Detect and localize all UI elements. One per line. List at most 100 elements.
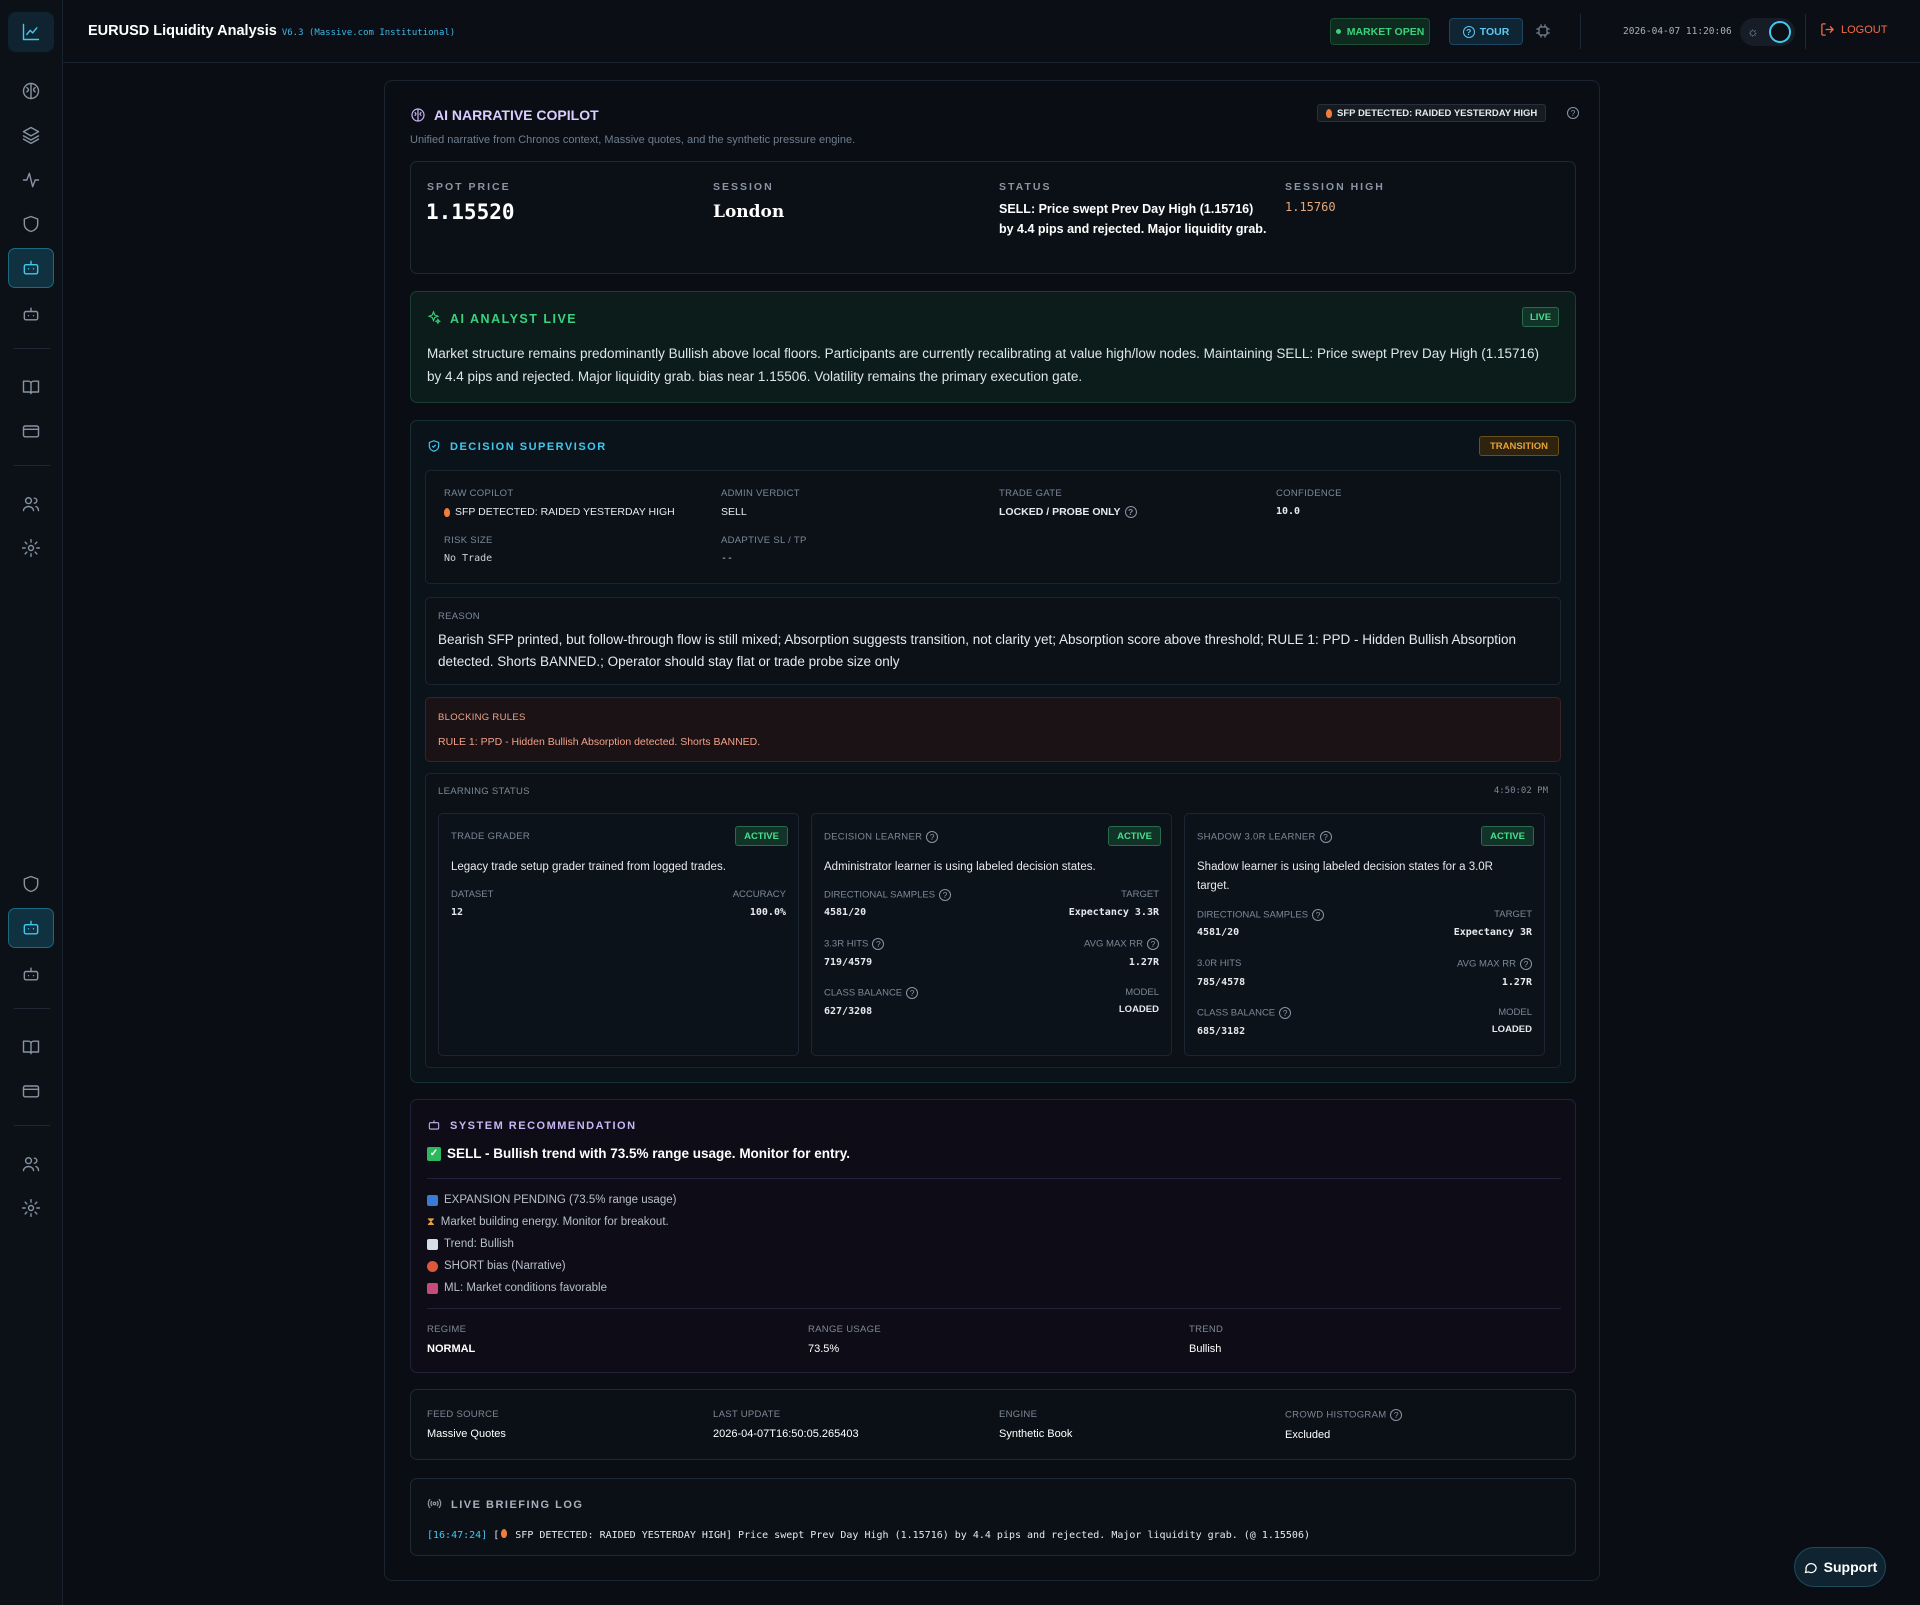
risk-size-value: No Trade bbox=[444, 553, 493, 564]
sfp-badge-text: SFP DETECTED: RAIDED YESTERDAY HIGH bbox=[1337, 107, 1538, 119]
help-icon[interactable]: ? bbox=[872, 938, 885, 950]
decision-cb-label: CLASS BALANCE bbox=[824, 987, 903, 999]
help-icon[interactable]: ? bbox=[1124, 506, 1137, 519]
shadow-learner-card: SHADOW 3.0R LEARNER? ACTIVE Shadow learn… bbox=[1184, 813, 1545, 1056]
accuracy-label: ACCURACY bbox=[732, 889, 786, 900]
settings-icon[interactable] bbox=[8, 528, 54, 568]
shadow-ds-value: 4581/20 bbox=[1197, 927, 1240, 938]
learning-time: 4:50:02 PM bbox=[1493, 786, 1548, 796]
shadow-title-row: SHADOW 3.0R LEARNER? bbox=[1197, 831, 1332, 843]
users-icon[interactable] bbox=[8, 484, 54, 524]
help-icon[interactable]: ? bbox=[1147, 938, 1159, 950]
decision-ds-label: DIRECTIONAL SAMPLES bbox=[824, 889, 936, 901]
shadow-active-badge: ACTIVE bbox=[1481, 826, 1534, 846]
sidebar bbox=[0, 0, 63, 1605]
tour-button[interactable]: ? TOUR bbox=[1449, 18, 1523, 45]
help-icon[interactable]: ? bbox=[1567, 107, 1579, 119]
decision-supervisor-card: DECISION SUPERVISOR TRANSITION RAW COPIL… bbox=[410, 420, 1576, 1083]
copilot-header: AI NARRATIVE COPILOT bbox=[410, 107, 599, 123]
trend-value: Bullish bbox=[1189, 1343, 1222, 1355]
grader-active-badge: ACTIVE bbox=[735, 826, 788, 846]
crowd-label-row: CROWD HISTOGRAM? bbox=[1285, 1409, 1403, 1421]
bot-icon[interactable] bbox=[8, 294, 54, 334]
blocking-text: RULE 1: PPD - Hidden Bullish Absorption … bbox=[438, 736, 761, 748]
help-icon[interactable]: ? bbox=[1390, 1409, 1403, 1421]
theme-toggle[interactable]: ☼ bbox=[1740, 18, 1795, 46]
decision-target-value: Expectancy 3.3R bbox=[1068, 907, 1159, 918]
grader-desc: Legacy trade setup grader trained from l… bbox=[451, 861, 726, 873]
accuracy-value: 100.0% bbox=[749, 907, 786, 918]
logout-icon bbox=[1821, 23, 1835, 36]
session-label: SESSION bbox=[713, 181, 774, 193]
brain-icon[interactable] bbox=[8, 71, 54, 111]
clock: 2026-04-07 11:20:06 bbox=[1623, 26, 1732, 37]
decision-hits-label: 3.3R HITS bbox=[824, 938, 869, 950]
last-update-value: 2026-04-07T16:50:05.265403 bbox=[713, 1428, 859, 1440]
status-value: SELL: Price swept Prev Day High (1.15716… bbox=[999, 202, 1267, 236]
engine-label: ENGINE bbox=[999, 1409, 1038, 1420]
shield-icon[interactable] bbox=[8, 204, 54, 244]
bot-icon-lower[interactable] bbox=[8, 954, 54, 994]
decision-hits-label-row: 3.3R HITS? bbox=[824, 938, 885, 950]
last-update-label: LAST UPDATE bbox=[713, 1409, 781, 1420]
help-icon[interactable]: ? bbox=[1520, 958, 1532, 970]
regime-label: REGIME bbox=[427, 1324, 467, 1335]
help-icon[interactable]: ? bbox=[1279, 1007, 1292, 1019]
layers-icon[interactable] bbox=[8, 115, 54, 155]
bot-icon-active[interactable] bbox=[8, 248, 54, 288]
decision-rr-label: AVG MAX RR bbox=[1084, 938, 1143, 950]
adaptive-sltp-value: -- bbox=[721, 553, 734, 564]
help-icon[interactable]: ? bbox=[906, 987, 919, 999]
decision-learner-title: DECISION LEARNER bbox=[824, 831, 923, 843]
log-entry: [16:47:24] [ SFP DETECTED: RAIDED YESTER… bbox=[427, 1529, 1310, 1541]
support-label: Support bbox=[1823, 1559, 1878, 1575]
item-text: EXPANSION PENDING (73.5% range usage) bbox=[444, 1194, 677, 1206]
item-text: Market building energy. Monitor for brea… bbox=[440, 1216, 669, 1228]
help-icon[interactable]: ? bbox=[939, 889, 952, 901]
copilot-panel: AI NARRATIVE COPILOT Unified narrative f… bbox=[384, 80, 1600, 1581]
book-icon-lower[interactable] bbox=[8, 1027, 54, 1067]
chat-icon bbox=[1804, 1562, 1817, 1573]
decision-cb-label-row: CLASS BALANCE? bbox=[824, 987, 919, 999]
help-icon[interactable]: ? bbox=[1319, 831, 1332, 843]
cpu-icon[interactable] bbox=[1535, 23, 1551, 39]
red-circle-icon bbox=[427, 1260, 438, 1272]
spot-value: 1.15520 bbox=[426, 200, 515, 224]
card-icon[interactable] bbox=[8, 411, 54, 451]
support-button[interactable]: Support bbox=[1794, 1547, 1886, 1587]
decision-cb-value: 627/3208 bbox=[824, 1006, 873, 1017]
range-usage-label: RANGE USAGE bbox=[808, 1324, 881, 1335]
logout-button[interactable]: LOGOUT bbox=[1820, 22, 1887, 37]
settings-icon-lower[interactable] bbox=[8, 1188, 54, 1228]
trade-grader-card: TRADE GRADER ACTIVE Legacy trade setup g… bbox=[438, 813, 799, 1056]
help-icon[interactable]: ? bbox=[1312, 909, 1325, 921]
help-icon[interactable]: ? bbox=[926, 831, 939, 843]
admin-verdict-label: ADMIN VERDICT bbox=[721, 488, 800, 499]
shadow-hits-label: 3.0R HITS bbox=[1197, 958, 1242, 969]
help-circle-icon: ? bbox=[1462, 25, 1475, 38]
users-icon-lower[interactable] bbox=[8, 1144, 54, 1184]
sparkles-icon bbox=[427, 310, 441, 325]
bot-icon bbox=[428, 1120, 440, 1130]
activity-icon[interactable] bbox=[8, 160, 54, 200]
robot-icon bbox=[427, 1282, 438, 1294]
reason-text: Bearish SFP printed, but follow-through … bbox=[438, 632, 1517, 669]
supervisor-title: DECISION SUPERVISOR bbox=[450, 441, 607, 453]
log-time: [16:47:24] bbox=[427, 1530, 488, 1541]
chart-line-icon[interactable] bbox=[8, 12, 54, 52]
bot-icon-lower-active[interactable] bbox=[8, 908, 54, 948]
check-icon: ✓ bbox=[427, 1146, 441, 1161]
crowd-label: CROWD HISTOGRAM bbox=[1285, 1409, 1387, 1421]
market-status-badge: MARKET OPEN bbox=[1330, 18, 1430, 45]
crowd-value: Excluded bbox=[1285, 1429, 1331, 1441]
trend-chart-icon bbox=[427, 1238, 438, 1250]
trend-label: TREND bbox=[1189, 1324, 1224, 1335]
book-icon[interactable] bbox=[8, 367, 54, 407]
shield-icon-lower[interactable] bbox=[8, 864, 54, 904]
system-recommendation-card: SYSTEM RECOMMENDATION ✓ SELL - Bullish tr… bbox=[410, 1099, 1576, 1373]
spot-label: SPOT PRICE bbox=[427, 181, 511, 193]
card-icon-lower[interactable] bbox=[8, 1071, 54, 1111]
logout-label: LOGOUT bbox=[1841, 23, 1888, 36]
decision-ds-label-row: DIRECTIONAL SAMPLES? bbox=[824, 889, 952, 901]
shadow-rr-value: 1.27R bbox=[1501, 977, 1532, 988]
